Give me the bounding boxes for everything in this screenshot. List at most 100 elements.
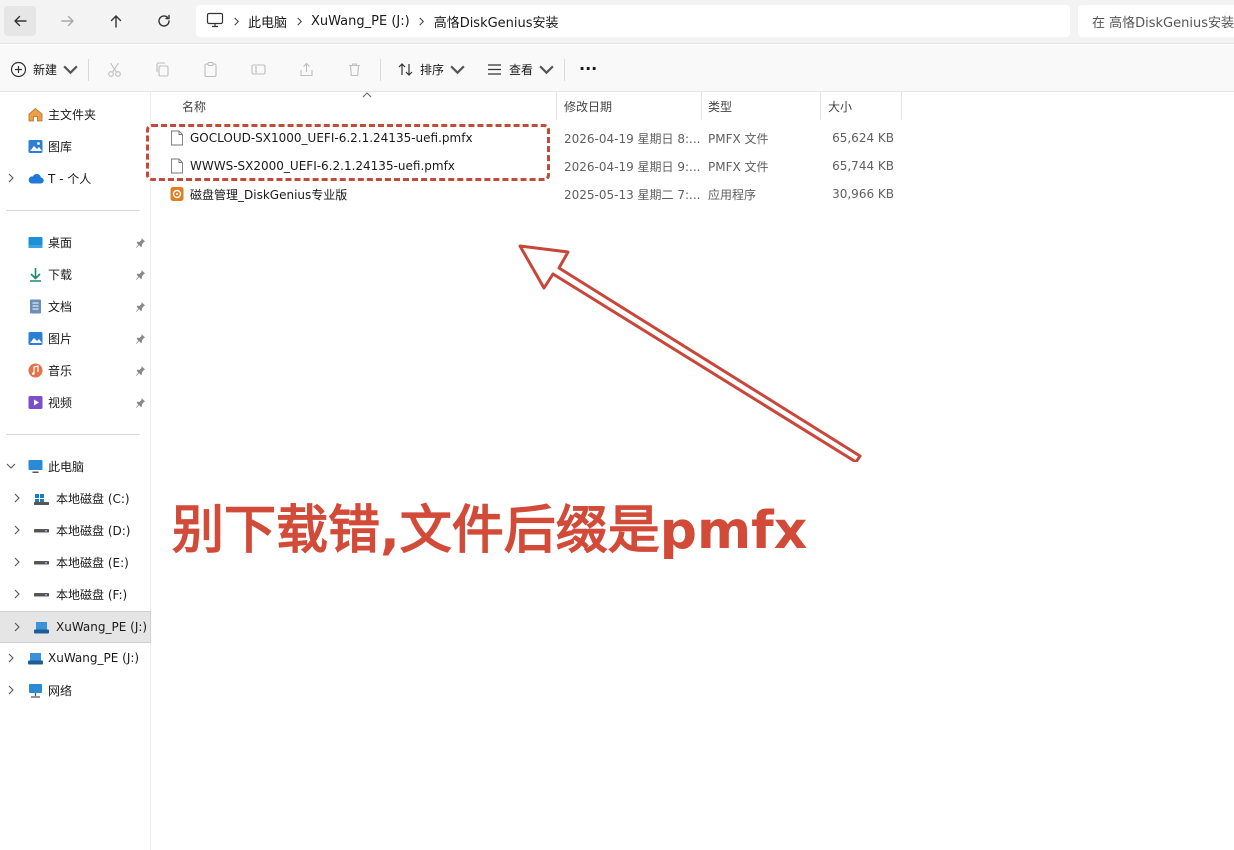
chevron-right-icon[interactable] xyxy=(12,622,22,632)
chevron-right-icon[interactable] xyxy=(12,493,22,503)
column-divider[interactable] xyxy=(556,92,557,120)
sidebar-item-pictures[interactable]: 图片 xyxy=(0,323,151,353)
sidebar-item-music[interactable]: 音乐 xyxy=(0,355,151,385)
toolbar-divider xyxy=(88,59,89,81)
trash-icon xyxy=(349,62,360,76)
sidebar-item-desktop[interactable]: 桌面 xyxy=(0,227,151,257)
hard-drive-icon xyxy=(34,528,49,532)
pin-icon[interactable] xyxy=(135,269,146,280)
file-size: 65,624 KB xyxy=(832,131,894,145)
music-icon xyxy=(28,363,43,377)
chevron-right-icon[interactable] xyxy=(224,17,248,26)
file-row[interactable]: 磁盘管理_DiskGenius专业版 2025-05-13 星期二 7:... … xyxy=(152,180,912,208)
hard-drive-icon xyxy=(34,560,49,564)
sidebar-label: 文档 xyxy=(48,299,73,314)
column-header-name[interactable]: 名称 xyxy=(182,92,206,120)
desktop-icon xyxy=(28,236,43,248)
chevron-right-icon[interactable] xyxy=(12,589,22,599)
chevron-down-icon[interactable] xyxy=(6,461,16,471)
sidebar-item-documents[interactable]: 文档 xyxy=(0,291,151,321)
chevron-right-icon[interactable] xyxy=(6,685,16,695)
network-icon xyxy=(29,683,42,698)
share-button[interactable] xyxy=(298,54,315,84)
breadcrumb-this-pc[interactable]: 此电脑 xyxy=(248,12,287,31)
sidebar-label: XuWang_PE (J:) xyxy=(56,620,148,634)
column-header-date[interactable]: 修改日期 xyxy=(564,92,612,120)
more-options-button[interactable]: ··· xyxy=(579,53,597,83)
paste-button[interactable] xyxy=(202,54,219,84)
sidebar-item-drive-c[interactable]: 本地磁盘 (C:) xyxy=(0,483,151,513)
home-icon xyxy=(28,107,43,121)
search-input[interactable]: 在 高恪DiskGenius安装 xyxy=(1078,5,1234,37)
sidebar-label: 音乐 xyxy=(48,363,73,378)
back-button[interactable] xyxy=(4,6,36,36)
rename-button[interactable] xyxy=(250,54,267,84)
sidebar-label: 本地磁盘 (F:) xyxy=(56,587,128,602)
chevron-right-icon[interactable] xyxy=(12,525,22,535)
sidebar-item-network[interactable]: 网络 xyxy=(0,675,151,705)
file-list: 名称 修改日期 类型 大小 GOCLOUD-SX1000_UEFI-6.2.1.… xyxy=(152,92,1234,850)
sidebar-item-drive-e[interactable]: 本地磁盘 (E:) xyxy=(0,547,151,577)
sidebar-item-downloads[interactable]: 下载 xyxy=(0,259,151,289)
sidebar-item-drive-j-root[interactable]: XuWang_PE (J:) xyxy=(0,643,151,673)
sort-ascending-icon[interactable] xyxy=(362,91,372,99)
download-arrow-icon xyxy=(30,267,41,282)
scissors-icon xyxy=(108,62,121,77)
view-label: 查看 xyxy=(509,62,534,77)
sidebar-item-drive-d[interactable]: 本地磁盘 (D:) xyxy=(0,515,151,545)
view-button[interactable]: 查看 xyxy=(486,54,555,84)
sidebar-label: 本地磁盘 (D:) xyxy=(56,523,131,538)
computer-icon xyxy=(28,459,43,473)
chevron-down-icon xyxy=(63,65,78,74)
up-button[interactable] xyxy=(100,6,132,36)
chevron-right-icon[interactable] xyxy=(287,17,311,26)
pin-icon[interactable] xyxy=(135,237,146,248)
breadcrumb[interactable]: 此电脑 XuWang_PE (J:) 高恪DiskGenius安装 xyxy=(196,5,1070,37)
pin-icon[interactable] xyxy=(135,301,146,312)
computer-icon[interactable] xyxy=(206,12,224,31)
chevron-right-icon[interactable] xyxy=(6,653,16,663)
arrow-left-icon xyxy=(14,15,27,27)
column-header-size[interactable]: 大小 xyxy=(828,92,852,120)
column-header-type[interactable]: 类型 xyxy=(708,92,732,120)
delete-button[interactable] xyxy=(346,54,363,84)
pin-icon[interactable] xyxy=(135,333,146,344)
new-button[interactable]: 新建 xyxy=(10,54,79,84)
sidebar-item-this-pc[interactable]: 此电脑 xyxy=(0,451,151,481)
navigation-pane: 主文件夹 图库 T - 个人 桌面 下载 文档 图片 音乐 视频 此电脑 本地磁… xyxy=(0,92,151,850)
view-list-icon xyxy=(488,63,501,75)
sidebar-item-onedrive[interactable]: T - 个人 xyxy=(0,163,151,193)
refresh-button[interactable] xyxy=(148,6,180,36)
breadcrumb-current-folder[interactable]: 高恪DiskGenius安装 xyxy=(434,12,559,31)
sidebar-divider xyxy=(6,434,140,435)
column-divider[interactable] xyxy=(901,92,902,120)
chevron-right-icon[interactable] xyxy=(12,557,22,567)
file-type: PMFX 文件 xyxy=(708,159,769,174)
sidebar-item-home[interactable]: 主文件夹 xyxy=(0,99,151,129)
sort-icon xyxy=(398,62,413,76)
annotation-arrow-icon xyxy=(518,244,862,462)
sidebar-item-videos[interactable]: 视频 xyxy=(0,387,151,417)
file-type: 应用程序 xyxy=(708,187,757,202)
forward-button[interactable] xyxy=(52,6,84,36)
sidebar-item-drive-j[interactable]: XuWang_PE (J:) xyxy=(0,611,151,643)
chevron-down-icon xyxy=(539,65,554,74)
cloud-icon xyxy=(28,173,44,184)
chevron-right-icon[interactable] xyxy=(410,17,434,26)
chevron-right-icon[interactable] xyxy=(6,173,16,183)
column-divider[interactable] xyxy=(701,92,702,120)
sidebar-item-drive-f[interactable]: 本地磁盘 (F:) xyxy=(0,579,151,609)
command-bar: 新建 排序 查看 ··· xyxy=(0,45,1234,92)
column-divider[interactable] xyxy=(820,92,821,120)
refresh-icon xyxy=(158,14,170,27)
file-date: 2025-05-13 星期二 7:... xyxy=(564,187,701,202)
sidebar-label: 主文件夹 xyxy=(48,107,97,122)
copy-button[interactable] xyxy=(154,54,171,84)
pin-icon[interactable] xyxy=(135,397,146,408)
sidebar-item-gallery[interactable]: 图库 xyxy=(0,131,151,161)
cut-button[interactable] xyxy=(106,54,123,84)
breadcrumb-drive-j[interactable]: XuWang_PE (J:) xyxy=(311,14,410,29)
pin-icon[interactable] xyxy=(135,365,146,376)
file-name: 磁盘管理_DiskGenius专业版 xyxy=(190,187,348,202)
sort-button[interactable]: 排序 xyxy=(397,54,466,84)
